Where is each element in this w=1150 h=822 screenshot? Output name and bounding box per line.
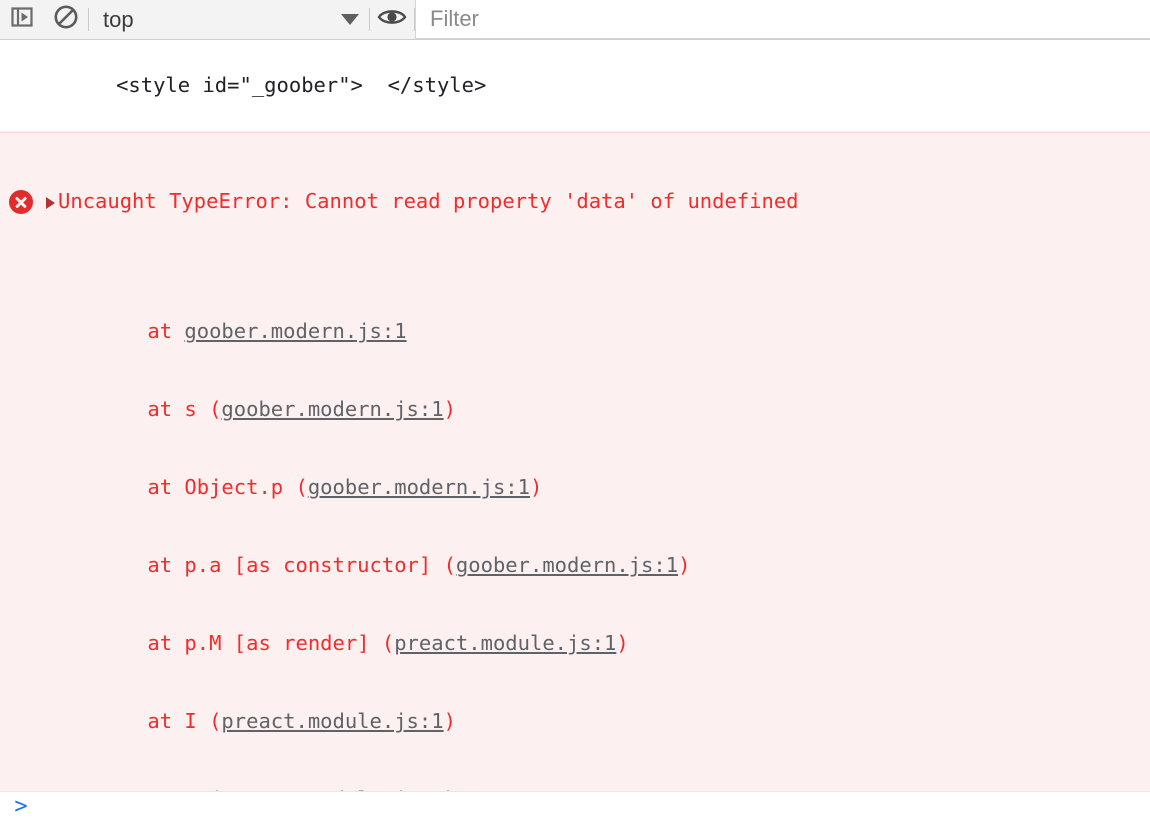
console-error-message: Uncaught TypeError: Cannot read property…	[58, 189, 799, 213]
stack-frame-link[interactable]: goober.modern.js:1	[308, 475, 530, 499]
filter-field-wrapper	[415, 0, 1150, 39]
console-drawer-toggle-button[interactable]	[0, 0, 44, 39]
stack-frame: at I (preact.module.js:1)	[98, 708, 1150, 734]
error-icon	[9, 190, 33, 214]
stack-frame-fn: at p.a [as constructor] (	[98, 553, 456, 577]
error-icon-gutter	[0, 188, 42, 214]
stack-frame: at m (preact.module.js:1)	[98, 786, 1150, 791]
clear-console-icon	[52, 3, 80, 36]
stack-frame-link[interactable]: goober.modern.js:1	[456, 553, 678, 577]
stack-frame-link[interactable]: preact.module.js:1	[221, 709, 443, 733]
chevron-down-icon	[341, 14, 359, 25]
console-log-text: <style id="_goober"> </style>	[116, 73, 487, 97]
stack-frame-tail: )	[678, 553, 691, 577]
filter-input[interactable]	[416, 0, 1150, 38]
console-error-header[interactable]: Uncaught TypeError: Cannot read property…	[0, 188, 1150, 214]
console-drawer-toggle-icon	[9, 4, 35, 35]
console-error-row[interactable]: Uncaught TypeError: Cannot read property…	[0, 132, 1150, 791]
stack-frame-fn: at p.M [as render] (	[98, 631, 395, 655]
console-prompt-input[interactable]	[42, 794, 1150, 820]
console-toolbar: top	[0, 0, 1150, 40]
execution-context-selector[interactable]: top	[89, 0, 369, 39]
stack-frame-tail: )	[443, 709, 456, 733]
stack-frame-tail: )	[616, 631, 629, 655]
stack-frame-tail: )	[443, 397, 456, 421]
stack-trace: at goober.modern.js:1 at s (goober.moder…	[0, 266, 1150, 791]
prompt-chevron-icon: >	[14, 794, 28, 819]
stack-frame-fn: at m (	[98, 787, 221, 791]
stack-frame-link[interactable]: preact.module.js:1	[394, 631, 616, 655]
console-log-row[interactable]: <style id="_goober"> </style>	[0, 40, 1150, 132]
stack-frame: at s (goober.modern.js:1)	[98, 396, 1150, 422]
stack-frame-tail: )	[444, 787, 456, 791]
disclosure-triangle-icon[interactable]	[42, 188, 58, 209]
stack-frame-fn: at s (	[98, 397, 222, 421]
stack-frame: at goober.modern.js:1	[98, 318, 1150, 344]
stack-frame-tail: )	[530, 475, 543, 499]
devtools-console-panel: top <style id="_goober"> </style>	[0, 0, 1150, 822]
stack-frame-link[interactable]: goober.modern.js:1	[184, 319, 406, 343]
stack-frame: at p.a [as constructor] (goober.modern.j…	[98, 552, 1150, 578]
stack-frame: at p.M [as render] (preact.module.js:1)	[98, 630, 1150, 656]
execution-context-value: top	[103, 6, 134, 32]
stack-frame-fn: at Object.p (	[98, 475, 308, 499]
clear-console-button[interactable]	[44, 0, 88, 39]
console-message-list[interactable]: <style id="_goober"> </style> Uncaught T…	[0, 40, 1150, 791]
live-expression-button[interactable]	[370, 0, 414, 39]
console-prompt-row[interactable]: >	[0, 791, 1150, 822]
eye-icon	[377, 4, 407, 35]
stack-frame-fn: at I (	[98, 709, 222, 733]
stack-frame-link[interactable]: preact.module.js:1	[221, 787, 443, 791]
stack-frame: at Object.p (goober.modern.js:1)	[98, 474, 1150, 500]
stack-frame-fn: at	[98, 319, 185, 343]
stack-frame-link[interactable]: goober.modern.js:1	[221, 397, 443, 421]
